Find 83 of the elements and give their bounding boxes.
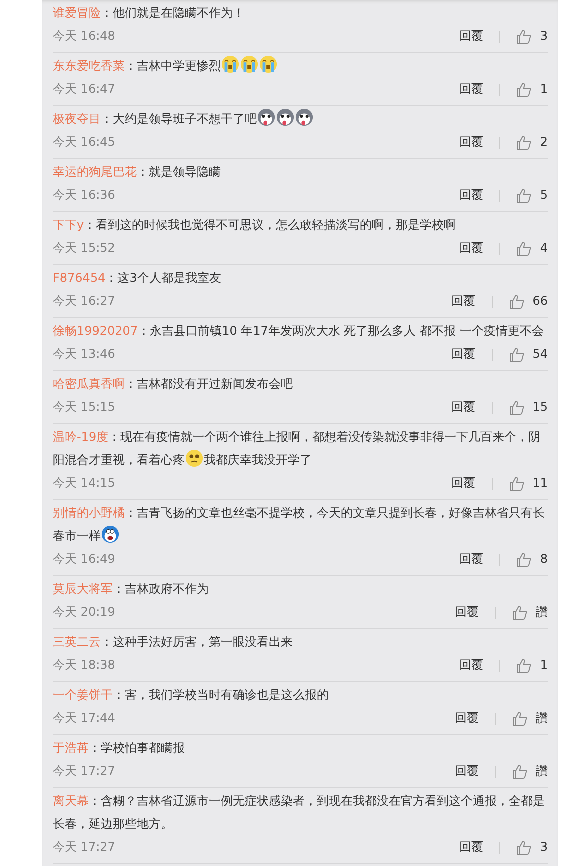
thumbs-up-icon [516, 28, 532, 44]
crying-face-icon [240, 55, 259, 74]
comment-time: 今天 17:27 [53, 839, 116, 856]
like-button[interactable]: 4 [516, 237, 548, 260]
like-button[interactable]: 讚 [512, 760, 548, 783]
reply-link[interactable]: 回覆 [459, 548, 484, 571]
comment-time: 今天 16:49 [53, 551, 116, 568]
comment-time: 今天 14:15 [53, 475, 116, 492]
comment-time: 今天 16:47 [53, 81, 116, 98]
reply-link[interactable]: 回覆 [452, 290, 476, 313]
reply-link[interactable]: 回覆 [455, 760, 479, 783]
comment-time: 今天 15:15 [53, 399, 116, 416]
comment-time: 今天 17:27 [53, 763, 116, 780]
reply-link[interactable]: 回覆 [459, 836, 484, 859]
thumbs-up-icon [516, 134, 532, 150]
comment-text: 一个姜饼干：害，我们学校当时有确诊也是这么报的 [53, 687, 330, 704]
crying-face-icon [221, 55, 240, 74]
comment-text: 幸运的狗尾巴花：就是领导隐瞒 [53, 164, 222, 181]
like-button[interactable]: 8 [516, 548, 548, 571]
like-button[interactable]: 5 [516, 184, 548, 207]
reply-link[interactable]: 回覆 [452, 472, 476, 495]
like-button[interactable]: 15 [508, 396, 548, 419]
like-button[interactable]: 1 [516, 78, 548, 101]
thumbs-up-icon [516, 840, 532, 856]
comment-text: 谁爱冒险：他们就是在隐瞒不作为！ [53, 5, 246, 22]
thumbs-up-icon [516, 240, 532, 256]
reply-link[interactable]: 回覆 [452, 396, 476, 419]
dog-face-icon [257, 108, 276, 127]
comment-time: 今天 16:45 [53, 134, 116, 151]
like-button[interactable]: 讚 [512, 601, 548, 624]
comment-time: 今天 16:27 [53, 293, 116, 310]
reply-link[interactable]: 回覆 [459, 654, 484, 677]
comment-text: 莫辰大将军：吉林政府不作为 [53, 581, 210, 598]
dog-face-icon [295, 108, 314, 127]
thumbs-up-icon [516, 82, 532, 98]
thumbs-up-icon [512, 764, 528, 780]
dog-face-icon [276, 108, 295, 127]
comment-text: 东东爱吃香菜：吉林中学更惨烈 [53, 55, 548, 78]
comment-text: 极夜夺目：大约是领导班子不想干了吧 [53, 108, 548, 131]
comment-time: 今天 15:52 [53, 240, 116, 257]
crying-face-icon [259, 55, 278, 74]
comment-text: 温吟-19度：现在有疫情就一个两个谁往上报啊，都想着没传染就没事非得一下几百来个，阴阳混合才重视，看着心疼 我都庆幸我没开学了 [53, 429, 542, 470]
like-button[interactable]: 66 [508, 290, 548, 313]
reply-link[interactable]: 回覆 [459, 78, 484, 101]
reply-link[interactable]: 回覆 [459, 131, 484, 154]
reply-link[interactable]: 回覆 [459, 25, 484, 48]
cartoon-face-icon [101, 525, 120, 544]
reply-link[interactable]: 回覆 [455, 601, 479, 624]
thumbs-up-icon [508, 476, 525, 492]
like-button[interactable]: 1 [516, 654, 548, 677]
comment-text: 别情的小野橘：吉青飞扬的文章也丝毫不提学校，今天的文章只提到长春，好像吉林省只有长春市一样 [53, 505, 546, 546]
comment-text: 哈密瓜真香啊：吉林都没有开过新闻发布会吧 [53, 376, 294, 393]
comment-time: 今天 16:48 [53, 28, 116, 45]
like-button[interactable]: 3 [516, 836, 548, 859]
thumbs-up-icon [508, 400, 525, 416]
comment-text: 徐畅19920207：永吉县口前镇10 年17年发两次大水 死了那么多人 都不报 一个疫情更不会 [53, 323, 545, 340]
reply-link[interactable]: 回覆 [459, 184, 484, 207]
like-button[interactable]: 54 [508, 343, 548, 366]
comment-time: 今天 17:44 [53, 710, 116, 727]
thumbs-up-icon [508, 346, 525, 362]
thumbs-up-icon [512, 710, 528, 726]
comment-text: 于浩苒：学校怕事都瞒报 [53, 740, 186, 757]
thumbs-up-icon [508, 294, 525, 310]
comment-text: F876454：这3个人都是我室友 [53, 270, 222, 287]
like-button[interactable]: 3 [516, 25, 548, 48]
reply-link[interactable]: 回覆 [459, 237, 484, 260]
thumbs-up-icon [516, 552, 532, 568]
thumbs-up-icon [516, 188, 532, 204]
comment-time: 今天 16:36 [53, 187, 116, 204]
comment-text: 下下y：看到这的时候我也觉得不可思议，怎么敢轻描淡写的啊，那是学校啊 [53, 217, 458, 234]
tearful-face-icon [185, 449, 204, 468]
like-button[interactable]: 讚 [512, 707, 548, 730]
like-button[interactable]: 11 [508, 472, 548, 495]
thumbs-up-icon [512, 604, 528, 620]
like-button[interactable]: 2 [516, 131, 548, 154]
comment-text: 三英二云：这种手法好厉害，第一眼没看出来 [53, 634, 294, 651]
comment-time: 今天 13:46 [53, 346, 116, 363]
comment-time: 今天 20:19 [53, 604, 116, 621]
comment-text: 离天幕：含糊？吉林省辽源市一例无症状感染者，到现在我都没在官方看到这个通报，全都是长春，延边那些地方。 [53, 793, 546, 833]
comment-time: 今天 18:38 [53, 657, 116, 674]
thumbs-up-icon [516, 658, 532, 674]
reply-link[interactable]: 回覆 [452, 343, 476, 366]
reply-link[interactable]: 回覆 [455, 707, 479, 730]
